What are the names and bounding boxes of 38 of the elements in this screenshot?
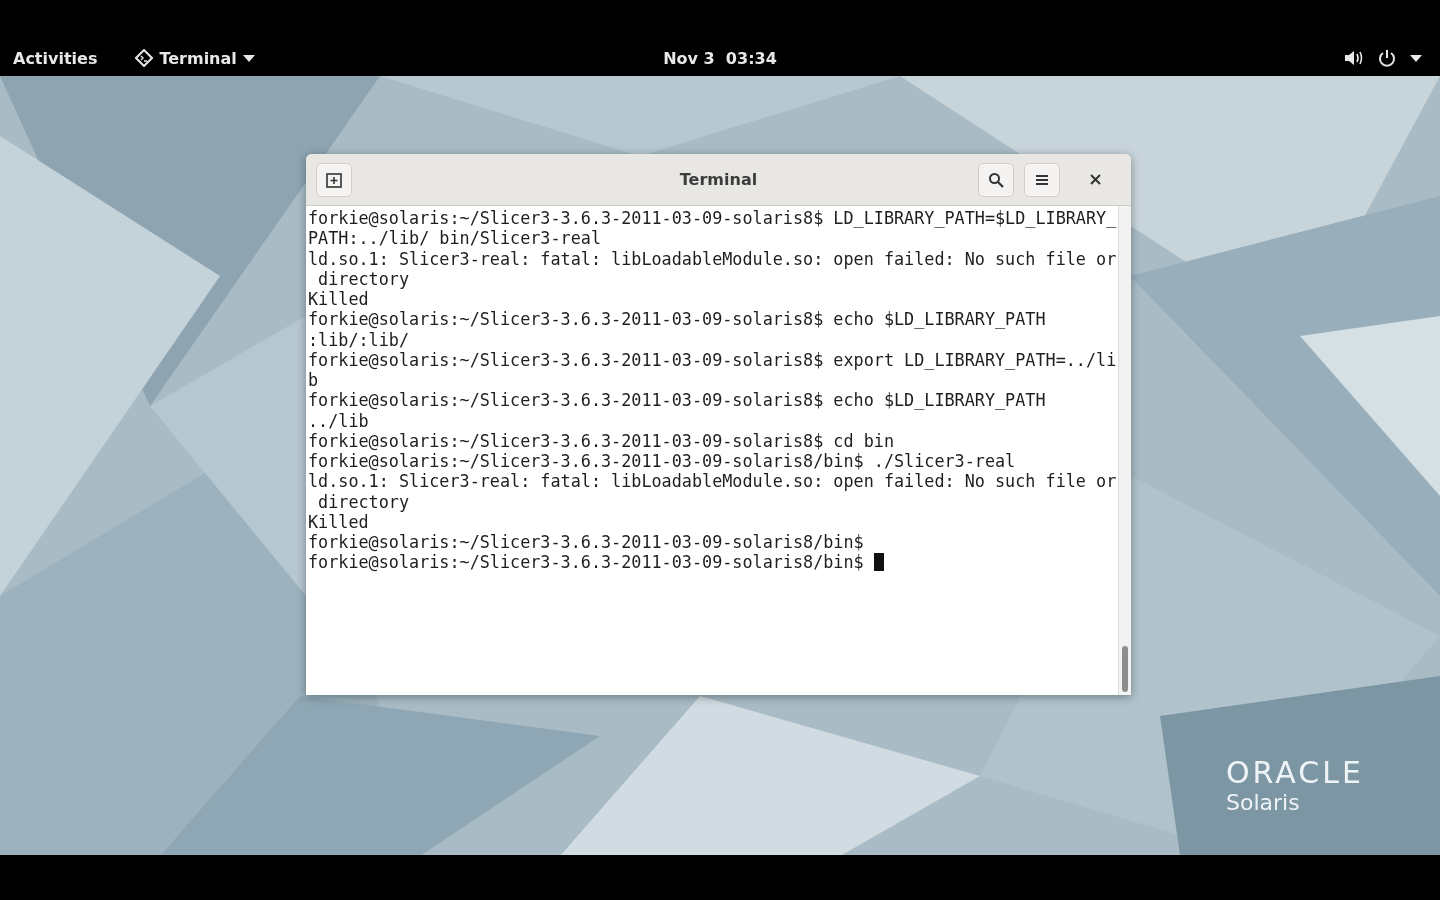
- caret-icon: [242, 54, 255, 62]
- activities-button[interactable]: Activities: [13, 48, 98, 68]
- caret-icon[interactable]: [1410, 54, 1422, 62]
- terminal-line: ../lib: [308, 410, 369, 431]
- terminal-line: b: [308, 370, 319, 391]
- terminal-line: directory: [317, 268, 410, 289]
- terminal-line: forkie@solaris:~/Slicer3-3.6.3-2011-03-09-solaris8$ export LD_LIBRARY_PATH=../li: [308, 349, 1117, 370]
- menu-button[interactable]: [1024, 162, 1060, 197]
- terminal-line: forkie@solaris:~/Slicer3-3.6.3-2011-03-09-solaris8/bin$ ./Slicer3-real: [308, 451, 1016, 472]
- terminal-line: forkie@solaris:~/Slicer3-3.6.3-2011-03-09-solaris8$ echo $LD_LIBRARY_PATH: [308, 309, 1046, 330]
- terminal-line: forkie@solaris:~/Slicer3-3.6.3-2011-03-09-solaris8$ LD_LIBRARY_PATH=$LD_LIBRARY_: [308, 208, 1117, 229]
- terminal-line: ld.so.1: Slicer3-real: fatal: libLoadableModule.so: open failed: No such file or: [308, 471, 1117, 492]
- terminal-line: forkie@solaris:~/Slicer3-3.6.3-2011-03-09-solaris8$ cd bin: [308, 430, 894, 451]
- terminal-app-icon: [135, 49, 154, 67]
- terminal-line: directory: [317, 491, 410, 512]
- speaker-icon[interactable]: [1344, 50, 1364, 66]
- terminal-line: PATH:../lib/ bin/Slicer3-real: [308, 228, 601, 249]
- terminal-line: Killed: [308, 289, 369, 310]
- menu-icon: [1035, 173, 1049, 186]
- window-title: Terminal: [679, 170, 758, 189]
- new-tab-icon: [325, 170, 343, 189]
- clock[interactable]: Nov 3 03:34: [663, 48, 777, 68]
- search-button[interactable]: [978, 162, 1014, 197]
- new-tab-button[interactable]: [316, 162, 352, 197]
- scrollbar[interactable]: [1118, 206, 1131, 695]
- terminal-line: forkie@solaris:~/Slicer3-3.6.3-2011-03-09-solaris8/bin$: [308, 552, 865, 573]
- text-cursor: [873, 553, 884, 572]
- search-icon: [988, 171, 1004, 188]
- power-icon[interactable]: [1378, 49, 1396, 67]
- app-menu[interactable]: Terminal: [135, 48, 255, 68]
- logo-wordmark: ORACLE: [1226, 756, 1364, 790]
- terminal-line: ld.so.1: Slicer3-real: fatal: libLoadableModule.so: open failed: No such file or: [308, 248, 1117, 269]
- close-icon: [1089, 174, 1101, 185]
- terminal-line: forkie@solaris:~/Slicer3-3.6.3-2011-03-09-solaris8$ echo $LD_LIBRARY_PATH: [308, 390, 1046, 411]
- terminal-line: Killed: [308, 511, 369, 532]
- terminal-line: :lib/:lib/: [308, 329, 410, 350]
- logo-product-name: Solaris: [1226, 790, 1301, 816]
- terminal-line: forkie@solaris:~/Slicer3-3.6.3-2011-03-09-solaris8/bin$: [308, 532, 865, 553]
